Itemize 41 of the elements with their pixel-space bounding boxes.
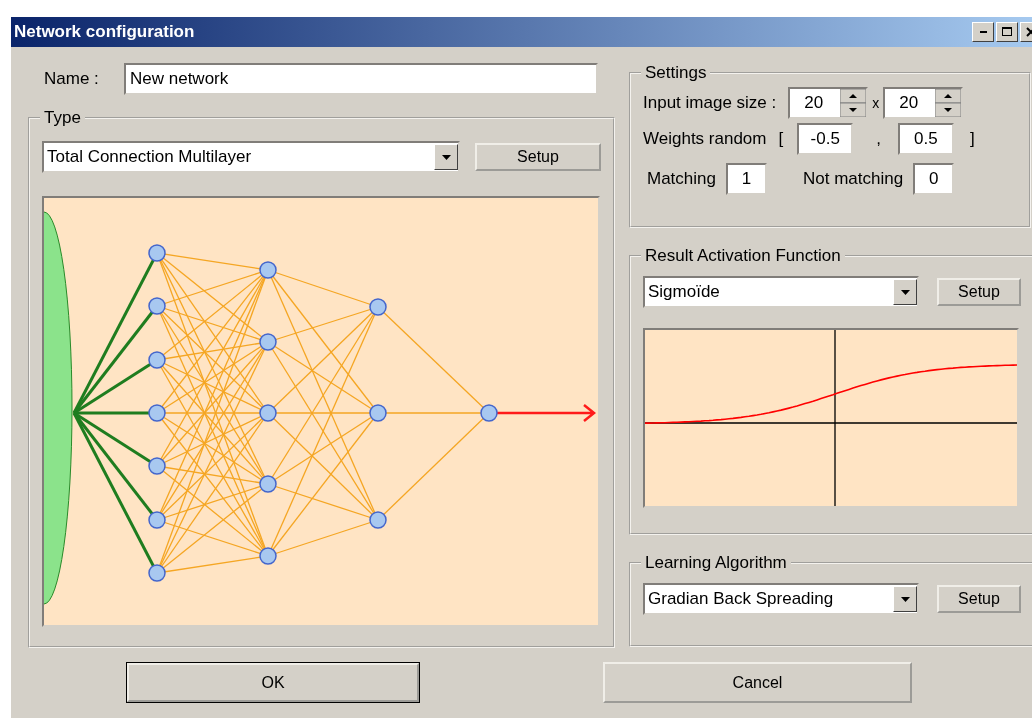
setup-button[interactable]: Setup bbox=[937, 278, 1021, 306]
cancel-button[interactable]: Cancel bbox=[603, 662, 912, 703]
weight-min-field[interactable]: -0.5 bbox=[797, 123, 854, 155]
group-title: Settings bbox=[644, 63, 708, 83]
type-dropdown[interactable]: Total Connection Multilayer bbox=[42, 141, 460, 173]
bracket: ] bbox=[969, 129, 975, 149]
group-title: Learning Algorithm bbox=[644, 553, 788, 573]
dropdown-arrow-button[interactable] bbox=[434, 144, 458, 170]
caret-icon bbox=[441, 154, 451, 160]
spin-arrows-icon bbox=[840, 89, 867, 117]
maximize-button[interactable] bbox=[996, 22, 1018, 42]
comma: , bbox=[876, 129, 881, 149]
matching-field[interactable]: 1 bbox=[726, 163, 767, 195]
weight-max-field[interactable]: 0.5 bbox=[897, 123, 954, 155]
bracket: [ bbox=[778, 129, 784, 149]
minimize-icon bbox=[979, 31, 987, 33]
spin-arrows-icon bbox=[935, 89, 962, 117]
setup-button[interactable]: Setup bbox=[475, 143, 601, 171]
spin-field[interactable]: 20 bbox=[788, 87, 869, 119]
times-sign: x bbox=[872, 95, 880, 111]
activation-dropdown[interactable]: Sigmoïde bbox=[643, 276, 919, 308]
setup-button[interactable]: Setup bbox=[937, 585, 1021, 613]
algorithm-dropdown[interactable]: Gradian Back Spreading bbox=[643, 583, 919, 615]
not-matching-field[interactable]: 0 bbox=[913, 163, 955, 195]
weights-label: Weights random bbox=[643, 129, 767, 149]
minimize-button[interactable] bbox=[972, 22, 994, 42]
dropdown-arrow-button[interactable] bbox=[893, 586, 917, 612]
window-title: Network configuration bbox=[14, 22, 195, 42]
spin-field[interactable]: 20 bbox=[883, 87, 964, 119]
caret-icon bbox=[900, 289, 910, 295]
name-field[interactable]: New network bbox=[124, 63, 598, 95]
caret-icon bbox=[900, 596, 910, 602]
not-matching-label: Not matching bbox=[803, 169, 904, 189]
name-label: Name : bbox=[43, 69, 100, 89]
dropdown-arrow-button[interactable] bbox=[893, 279, 917, 305]
input-size-label: Input image size : bbox=[643, 93, 777, 113]
ok-button[interactable]: OK bbox=[126, 662, 420, 703]
matching-label: Matching bbox=[647, 169, 716, 189]
maximize-icon bbox=[1002, 27, 1012, 37]
group-title: Type bbox=[43, 108, 82, 128]
group-title: Result Activation Function bbox=[644, 246, 842, 266]
